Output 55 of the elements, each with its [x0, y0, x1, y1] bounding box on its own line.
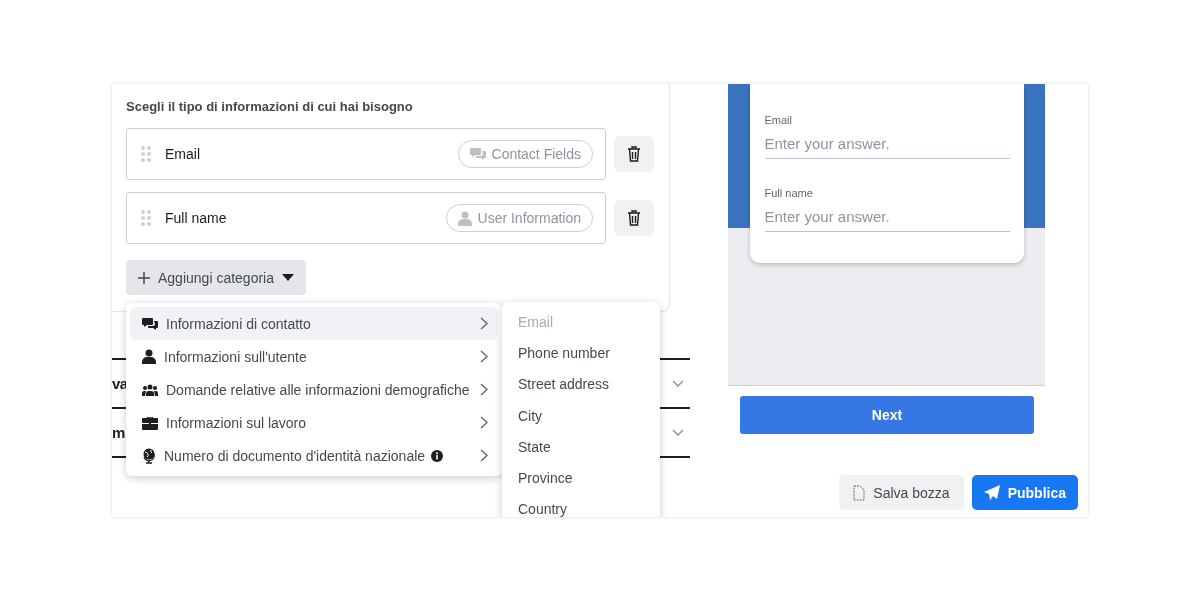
save-draft-button[interactable]: Salva bozza [839, 475, 964, 510]
trash-icon [627, 146, 641, 162]
info-icon[interactable] [431, 449, 444, 462]
field-label: Email [165, 146, 201, 162]
submenu-item[interactable]: City [518, 399, 660, 432]
chevron-right-icon [480, 416, 488, 429]
question-label: Full name [764, 187, 814, 199]
delete-button[interactable] [614, 200, 654, 236]
submenu-item[interactable]: Country [518, 493, 660, 517]
chevron-down-icon[interactable] [672, 379, 684, 388]
menu-item-label: Domande relative alle informazioni demografiche [166, 381, 470, 398]
plus-icon [138, 271, 150, 284]
trash-icon [627, 210, 641, 226]
person-icon [457, 210, 472, 226]
submenu-item[interactable]: Street address [518, 368, 660, 400]
chevron-down-icon[interactable] [672, 428, 684, 437]
chevron-right-icon [480, 449, 488, 462]
menu-item[interactable]: Informazioni di contatto [130, 307, 498, 340]
question-label: Email [764, 114, 793, 126]
menu-item[interactable]: Numero di documento d'identità nazionale [130, 439, 498, 472]
briefcase-icon [142, 415, 158, 430]
menu-item-label: Informazioni di contatto [166, 315, 311, 332]
field-item[interactable]: Email Contact Fields [126, 128, 606, 180]
people-group-icon [142, 383, 158, 396]
globe-icon [142, 447, 156, 464]
chevron-right-icon [480, 383, 488, 396]
person-icon [142, 349, 156, 364]
tag-label: User Information [477, 210, 581, 226]
document-icon [853, 484, 866, 501]
menu-item[interactable]: Informazioni sul lavoro [130, 406, 498, 439]
menu-item-label: Informazioni sull'utente [164, 348, 307, 365]
menu-item-label: Numero di documento d'identità nazionale [164, 447, 426, 464]
menu-item[interactable]: Domande relative alle informazioni demografiche [130, 373, 498, 406]
publish-button[interactable]: Pubblica [971, 475, 1078, 510]
menu-item[interactable]: Informazioni sull'utente [130, 340, 498, 373]
submenu-item[interactable]: State [518, 431, 660, 463]
send-icon [983, 484, 1000, 501]
add-category-button[interactable]: Aggiungi categoria [126, 260, 306, 295]
submenu-item[interactable]: Phone number [518, 337, 660, 369]
menu-item-label: Informazioni sul lavoro [166, 414, 307, 431]
chat-bubbles-icon [142, 316, 158, 331]
field-label: Full name [165, 210, 228, 226]
caret-icon [282, 274, 294, 281]
chevron-right-icon [480, 350, 488, 363]
chat-bubbles-icon [469, 147, 486, 161]
drag-handle-icon[interactable] [141, 146, 151, 162]
chevron-right-icon [480, 317, 488, 330]
drag-handle-icon[interactable] [141, 210, 151, 226]
accordion-title: m [112, 424, 125, 441]
delete-button[interactable] [614, 136, 654, 172]
submenu-item[interactable]: Province [518, 462, 660, 494]
field-item[interactable]: Full name User Information [126, 192, 606, 244]
next-button[interactable]: Next [740, 396, 1034, 434]
tag-label: Contact Fields [491, 146, 581, 162]
section-title: Scegli il tipo di informazioni di cui hai bisogno [126, 99, 414, 114]
